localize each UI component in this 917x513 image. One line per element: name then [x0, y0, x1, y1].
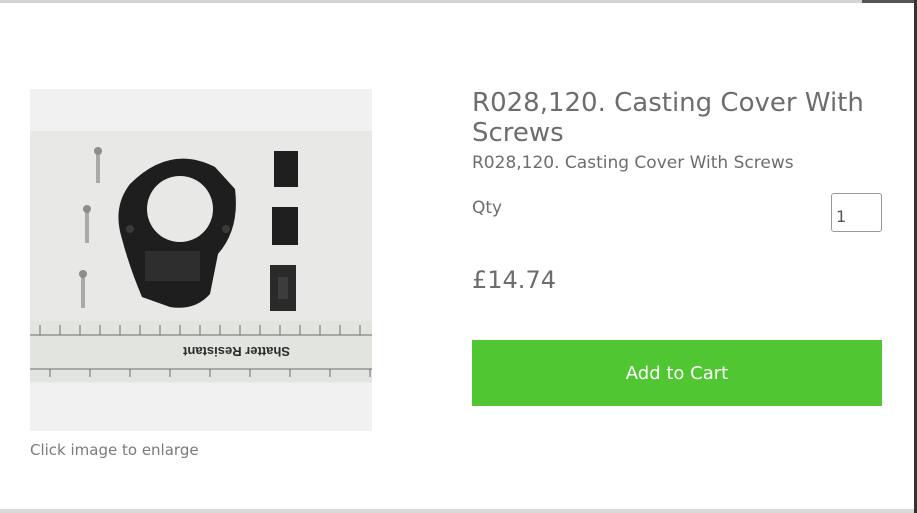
top-border-accent — [862, 0, 917, 3]
pads-icon — [270, 151, 298, 311]
enlarge-caption[interactable]: Click image to enlarge — [30, 441, 199, 459]
ruler-icon: Shatter Resistant — [30, 321, 372, 381]
ruler-text: Shatter Resistant — [182, 344, 290, 359]
add-to-cart-button[interactable]: Add to Cart — [472, 340, 882, 406]
product-image[interactable]: Shatter Resistant — [30, 89, 372, 431]
product-modal: Shatter Resistant Click image to enlarge… — [0, 0, 917, 513]
qty-label: Qty — [472, 198, 503, 218]
qty-input[interactable] — [831, 193, 882, 232]
bottom-border — [0, 509, 914, 513]
product-price: £14.74 — [472, 266, 556, 294]
product-subtitle: R028,120. Casting Cover With Screws — [472, 153, 794, 173]
product-title: R028,120. Casting Cover With Screws — [472, 88, 864, 148]
top-border — [0, 0, 862, 3]
